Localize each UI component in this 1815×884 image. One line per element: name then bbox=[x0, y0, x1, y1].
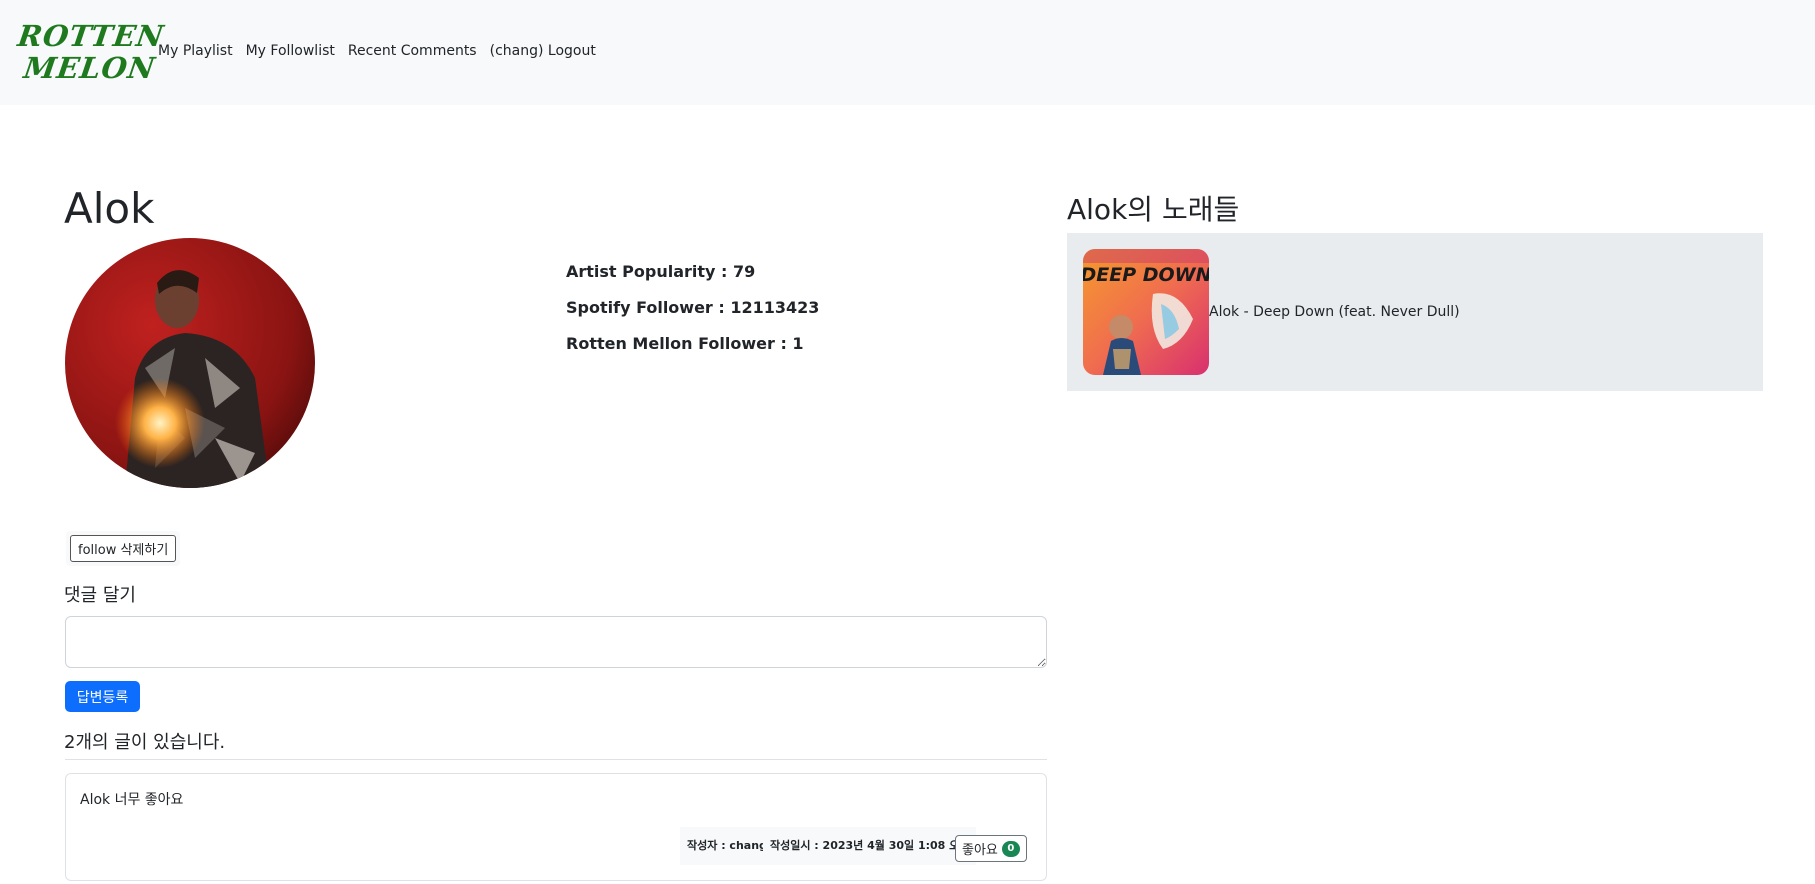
like-button[interactable]: 좋아요 0 bbox=[955, 835, 1027, 862]
album-cover: DEEP DOWN bbox=[1083, 249, 1209, 375]
nav-link-recent-comments[interactable]: Recent Comments bbox=[348, 43, 477, 59]
logo-line-1: ROTTEN bbox=[15, 19, 167, 53]
brand-logo[interactable]: ROTTEN MELON bbox=[15, 19, 167, 86]
artist-stats: Artist Popularity : 79 Spotify Follower … bbox=[566, 262, 819, 370]
artist-popularity: Artist Popularity : 79 bbox=[566, 262, 756, 281]
album-cover-image: DEEP DOWN bbox=[1083, 249, 1209, 375]
like-label: 좋아요 bbox=[962, 843, 998, 858]
follow-button-wrapper: follow 삭제하기 bbox=[66, 531, 181, 566]
logo-line-2: MELON bbox=[21, 51, 158, 85]
song-item[interactable]: DEEP DOWN Alok - Deep Down (feat. Never … bbox=[1083, 249, 1460, 375]
album-cover-title: DEEP DOWN bbox=[1083, 264, 1209, 286]
comment-date: 작성일시 : 2023년 4월 30일 1:08 오후 bbox=[763, 827, 977, 865]
songs-list: DEEP DOWN Alok - Deep Down (feat. Never … bbox=[1067, 233, 1763, 391]
spotify-follower-count: Spotify Follower : 12113423 bbox=[566, 298, 820, 317]
unfollow-button[interactable]: follow 삭제하기 bbox=[70, 535, 177, 562]
comment-card: Alok 너무 좋아요 작성자 : chang 작성일시 : 2023년 4월 … bbox=[65, 773, 1047, 881]
songs-heading: Alok의 노래들 bbox=[1067, 193, 1240, 226]
nav-link-my-followlist[interactable]: My Followlist bbox=[246, 43, 335, 59]
rotten-mellon-follower-count: Rotten Mellon Follower : 1 bbox=[566, 334, 804, 353]
comment-form-label: 댓글 달기 bbox=[64, 585, 136, 606]
artist-photo bbox=[65, 238, 315, 488]
divider bbox=[65, 759, 1047, 760]
comment-count: 2개의 글이 있습니다. bbox=[64, 732, 226, 753]
like-count-badge: 0 bbox=[1001, 840, 1020, 857]
nav-links: My Playlist My Followlist Recent Comment… bbox=[158, 43, 596, 59]
submit-comment-button[interactable]: 답변등록 bbox=[65, 681, 140, 712]
nav-link-my-playlist[interactable]: My Playlist bbox=[158, 43, 233, 59]
nav-link-logout[interactable]: (chang) Logout bbox=[490, 43, 596, 59]
comment-author: 작성자 : chang bbox=[680, 827, 774, 865]
song-title: Alok - Deep Down (feat. Never Dull) bbox=[1209, 304, 1460, 320]
comment-text: Alok 너무 좋아요 bbox=[80, 792, 184, 808]
comment-input[interactable] bbox=[65, 616, 1047, 668]
navbar: ROTTEN MELON My Playlist My Followlist R… bbox=[0, 0, 1815, 105]
artist-name: Alok bbox=[64, 184, 155, 233]
artist-photo-image bbox=[65, 238, 315, 488]
